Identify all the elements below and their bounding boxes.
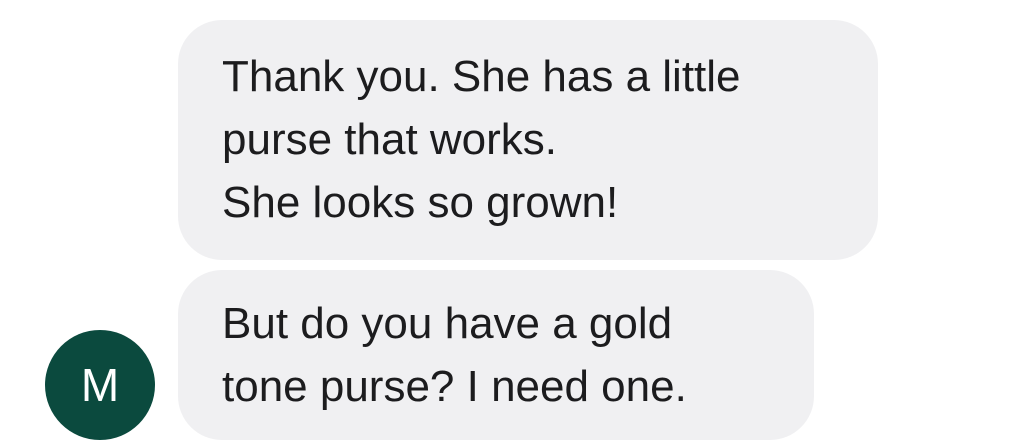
message-bubble[interactable]: Thank you. She has a little purse that w… xyxy=(178,20,878,260)
message-text-line: Thank you. She has a little xyxy=(222,52,741,101)
avatar[interactable]: M xyxy=(45,330,155,440)
message-text-line: She looks so grown! xyxy=(222,178,619,227)
message-thread: Thank you. She has a little purse that w… xyxy=(0,0,1024,444)
message-text-line: But do you have a gold xyxy=(222,299,673,348)
message-text-line: purse that works. xyxy=(222,115,558,164)
avatar-initial: M xyxy=(80,359,120,411)
message-bubble[interactable]: But do you have a gold tone purse? I nee… xyxy=(178,270,814,440)
message-text-line: tone purse? I need one. xyxy=(222,362,687,411)
